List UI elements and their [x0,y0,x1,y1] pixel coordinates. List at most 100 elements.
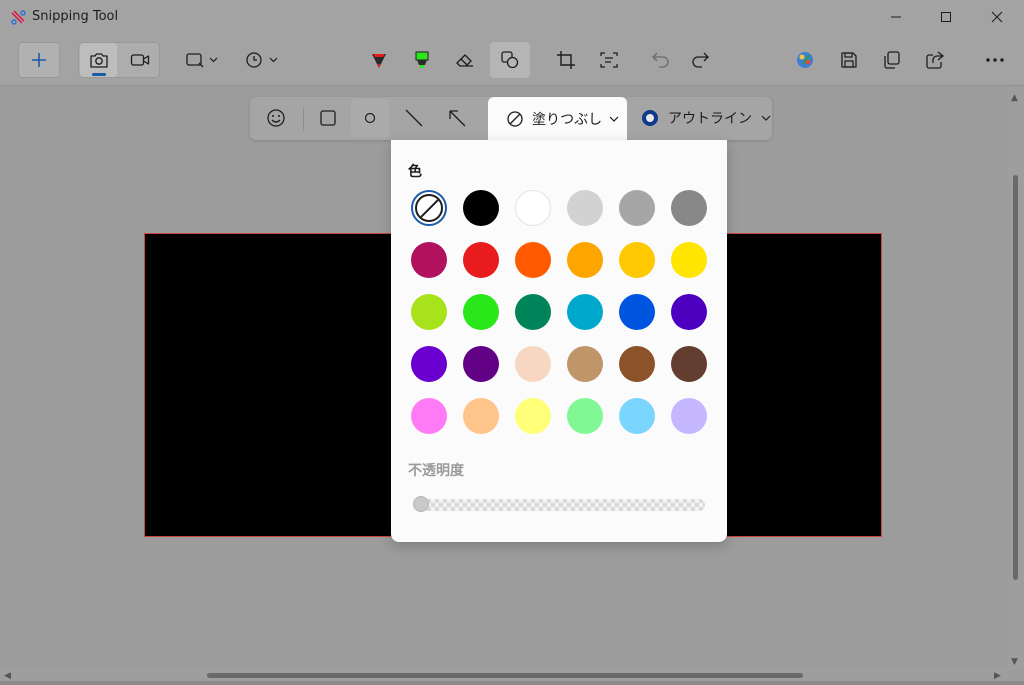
app-title: Snipping Tool [32,9,119,24]
line-shape-button[interactable] [395,99,433,137]
color-swatch[interactable] [515,346,551,382]
minimize-button[interactable] [873,0,919,34]
redo-button[interactable] [682,42,718,78]
color-swatch[interactable] [515,242,551,278]
new-icon [32,53,46,67]
color-swatch[interactable] [567,190,603,226]
edit-in-paint-button[interactable] [786,42,824,78]
color-swatch[interactable] [671,190,707,226]
close-icon [991,11,1003,23]
close-button[interactable] [974,0,1020,34]
arrow-shape-button[interactable] [438,99,476,137]
share-button[interactable] [916,42,954,78]
shapes-icon [501,51,519,69]
scroll-right-arrow-icon[interactable]: ▶ [994,672,1001,681]
snip-shape-icon [186,53,218,68]
emoji-stamp-button[interactable] [257,99,295,137]
see-more-button[interactable] [976,42,1014,78]
highlighter-button[interactable] [403,42,441,78]
color-swatch[interactable] [619,346,655,382]
color-swatch[interactable] [463,294,499,330]
delay-timer-dropdown[interactable] [240,42,284,78]
maximize-button[interactable] [923,0,969,34]
more-icon [986,58,1004,62]
chevron-down-icon [761,115,771,121]
delay-timer-icon [246,52,278,68]
snipping-tool-app-icon [11,10,26,25]
color-swatch[interactable] [619,294,655,330]
color-swatch[interactable] [671,346,707,382]
minimize-icon [891,16,901,18]
undo-button[interactable] [643,42,679,78]
color-swatch[interactable] [619,190,655,226]
eraser-button[interactable] [446,42,484,78]
color-swatch[interactable] [567,346,603,382]
recording-mode-button[interactable] [121,43,158,77]
fill-dropdown[interactable]: 塗りつぶし [488,97,627,140]
video-icon [130,54,149,66]
color-swatch[interactable] [619,398,655,434]
opacity-label: 不透明度 [408,463,464,479]
text-actions-icon [600,52,618,68]
color-swatch[interactable] [671,242,707,278]
color-swatch[interactable] [671,294,707,330]
fill-color-popup: 色 不透明度 [391,140,727,542]
scroll-up-arrow-icon[interactable]: ▲ [1011,94,1018,103]
opacity-slider-track[interactable] [415,499,705,511]
outline-color-icon [642,110,658,126]
color-swatch[interactable] [463,398,499,434]
color-swatch[interactable] [463,190,499,226]
copy-icon [884,51,900,69]
no-color-swatch[interactable] [411,190,447,226]
chevron-down-icon [609,116,619,122]
text-actions-button[interactable] [590,42,628,78]
crop-button[interactable] [547,42,585,78]
fill-label: 塗りつぶし [532,111,603,128]
color-section-title: 色 [408,164,422,180]
color-swatch[interactable] [671,398,707,434]
circle-icon [364,112,376,124]
red-pen-icon [372,54,386,68]
share-icon [926,51,945,69]
snip-shape-dropdown[interactable] [180,42,224,78]
color-swatch[interactable] [411,294,447,330]
opacity-slider-thumb[interactable] [413,496,429,512]
ballpoint-pen-button[interactable] [360,42,398,78]
crop-icon [557,51,575,69]
color-swatch[interactable] [567,294,603,330]
vertical-scroll-thumb[interactable] [1013,175,1018,580]
color-swatch[interactable] [515,398,551,434]
main-toolbar [0,36,1024,86]
save-button[interactable] [830,42,868,78]
color-swatch[interactable] [515,190,551,226]
rectangle-shape-button[interactable] [309,99,347,137]
circle-shape-button[interactable] [351,99,389,137]
color-swatch[interactable] [619,242,655,278]
copy-button[interactable] [873,42,911,78]
shapes-button[interactable] [490,42,530,78]
color-swatch[interactable] [411,398,447,434]
green-highlighter-icon [415,51,429,68]
camera-icon [89,53,108,68]
rectangle-icon [320,110,336,126]
outline-dropdown[interactable]: アウトライン [640,100,772,136]
no-color-icon [415,194,443,222]
new-snip-button[interactable] [18,42,60,78]
screenshot-mode-button[interactable] [80,43,117,77]
redo-icon [692,52,709,68]
color-swatch[interactable] [411,242,447,278]
color-swatch[interactable] [411,346,447,382]
scroll-left-arrow-icon[interactable]: ◀ [4,672,11,681]
color-swatch[interactable] [463,346,499,382]
scroll-down-arrow-icon[interactable]: ▼ [1011,658,1018,667]
horizontal-scroll-thumb[interactable] [207,673,803,678]
color-swatch[interactable] [567,398,603,434]
color-swatch[interactable] [515,294,551,330]
outline-label: アウトライン [668,111,752,127]
color-swatch[interactable] [463,242,499,278]
arrow-icon [449,110,466,127]
no-fill-icon [507,110,523,127]
color-swatch[interactable] [567,242,603,278]
maximize-icon [941,12,951,22]
undo-icon [652,52,669,68]
